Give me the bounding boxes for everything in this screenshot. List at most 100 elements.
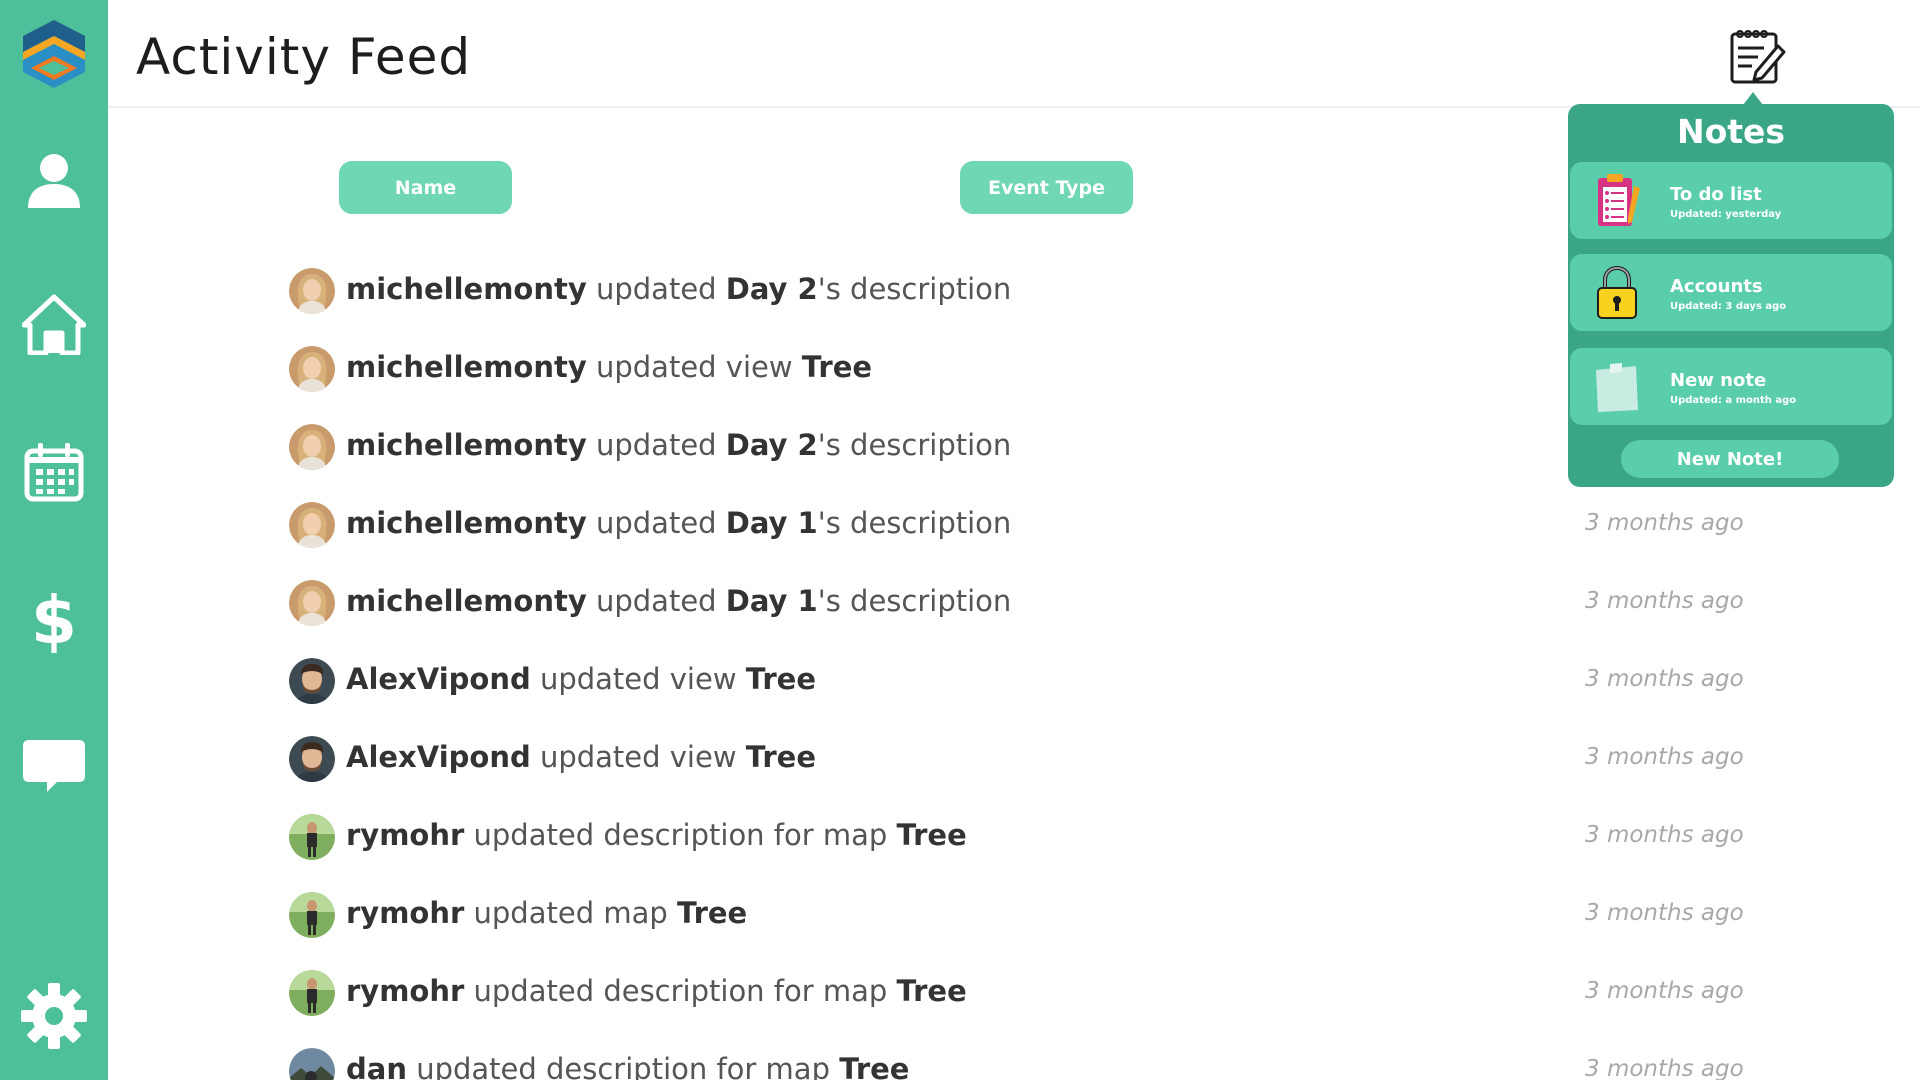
feed-user-link[interactable]: rymohr (346, 818, 464, 852)
feed-item[interactable]: rymohr updated map Tree 3 months ago (289, 890, 1789, 940)
feed-target-link[interactable]: Day 1 (726, 584, 818, 618)
feed-user-link[interactable]: michellemonty (346, 506, 587, 540)
feed-user-link[interactable]: michellemonty (346, 584, 587, 618)
feed-target-link[interactable]: Tree (802, 350, 872, 384)
feed-user-link[interactable]: michellemonty (346, 428, 587, 462)
feed-target-link[interactable]: Tree (677, 896, 747, 930)
feed-action: updated description for map (464, 818, 897, 852)
event-type-filter-button[interactable]: Event Type (960, 161, 1133, 214)
avatar-icon (289, 970, 335, 1016)
user-avatar[interactable] (289, 892, 335, 938)
note-title: New note (1670, 370, 1767, 391)
feed-item[interactable]: AlexVipond updated view Tree 3 months ago (289, 734, 1789, 784)
new-note-button[interactable]: New Note! (1621, 440, 1839, 478)
user-avatar[interactable] (289, 502, 335, 548)
feed-target-link[interactable]: Day 2 (726, 428, 818, 462)
feed-timestamp: 3 months ago (1585, 666, 1744, 692)
sticky-note-icon (1596, 363, 1638, 412)
user-avatar[interactable] (289, 268, 335, 314)
user-avatar[interactable] (289, 346, 335, 392)
notepad-icon (1730, 30, 1786, 84)
feed-user-link[interactable]: michellemonty (346, 350, 587, 384)
feed-item[interactable]: michellemonty updated view Tree (289, 344, 1789, 394)
feed-item-text: michellemonty updated Day 2's descriptio… (346, 272, 1011, 306)
avatar-icon (289, 736, 335, 782)
note-item-to-do-list[interactable]: To do list Updated: yesterday (1570, 162, 1892, 239)
feed-user-link[interactable]: michellemonty (346, 272, 587, 306)
note-updated: Updated: 3 days ago (1670, 301, 1787, 312)
sidebar-item-profile[interactable] (14, 140, 94, 220)
feed-action: updated (586, 584, 726, 618)
sidebar-item-home[interactable] (14, 284, 94, 364)
notes-button[interactable] (1726, 26, 1786, 86)
feed-user-link[interactable]: AlexVipond (346, 740, 531, 774)
sidebar-item-billing[interactable]: $ (14, 578, 94, 658)
feed-item[interactable]: michellemonty updated Day 1's descriptio… (289, 578, 1789, 628)
feed-item[interactable]: michellemonty updated Day 2's descriptio… (289, 422, 1789, 472)
feed-user-link[interactable]: rymohr (346, 896, 464, 930)
user-avatar[interactable] (289, 1048, 335, 1080)
note-updated: Updated: a month ago (1670, 395, 1797, 406)
calendar-icon (24, 443, 84, 502)
feed-user-link[interactable]: dan (346, 1052, 407, 1080)
user-avatar[interactable] (289, 736, 335, 782)
feed-timestamp: 3 months ago (1585, 588, 1744, 614)
feed-action: updated view (530, 740, 746, 774)
logo-icon (23, 19, 85, 88)
sidebar-item-messages[interactable] (14, 726, 94, 806)
note-title: To do list (1670, 184, 1762, 205)
feed-item-text: rymohr updated description for map Tree (346, 974, 967, 1008)
avatar-icon (289, 424, 335, 470)
user-avatar[interactable] (289, 658, 335, 704)
user-avatar[interactable] (289, 814, 335, 860)
user-avatar[interactable] (289, 970, 335, 1016)
feed-target-link[interactable]: Day 2 (726, 272, 818, 306)
sidebar-item-settings[interactable] (14, 976, 94, 1056)
feed-target-link[interactable]: Tree (746, 662, 816, 696)
feed-timestamp: 3 months ago (1585, 510, 1744, 536)
avatar-icon (289, 1048, 335, 1080)
feed-item[interactable]: AlexVipond updated view Tree 3 months ago (289, 656, 1789, 706)
feed-item[interactable]: michellemonty updated Day 1's descriptio… (289, 500, 1789, 550)
feed-timestamp: 3 months ago (1585, 822, 1744, 848)
feed-suffix: 's description (817, 506, 1012, 540)
name-filter-button[interactable]: Name (339, 161, 512, 214)
feed-item-text: AlexVipond updated view Tree (346, 740, 816, 774)
feed-item[interactable]: rymohr updated description for map Tree 3… (289, 968, 1789, 1018)
feed-timestamp: 3 months ago (1585, 978, 1744, 1004)
feed-suffix: 's description (817, 272, 1012, 306)
feed-item-text: michellemonty updated Day 2's descriptio… (346, 428, 1011, 462)
feed-target-link[interactable]: Tree (897, 974, 967, 1008)
feed-action: updated view (530, 662, 746, 696)
feed-item[interactable]: rymohr updated description for map Tree 3… (289, 812, 1789, 862)
lock-icon (1597, 265, 1637, 319)
note-title: Accounts (1670, 276, 1763, 297)
feed-user-link[interactable]: AlexVipond (346, 662, 531, 696)
avatar-icon (289, 580, 335, 626)
user-avatar[interactable] (289, 424, 335, 470)
feed-action: updated map (464, 896, 677, 930)
feed-target-link[interactable]: Day 1 (726, 506, 818, 540)
note-updated: Updated: yesterday (1670, 209, 1782, 220)
feed-item-text: AlexVipond updated view Tree (346, 662, 816, 696)
feed-action: updated (586, 506, 726, 540)
feed-target-link[interactable]: Tree (746, 740, 816, 774)
feed-item-text: michellemonty updated view Tree (346, 350, 872, 384)
feed-item[interactable]: dan updated description for map Tree 3 mo… (289, 1046, 1789, 1080)
feed-timestamp: 3 months ago (1585, 744, 1744, 770)
sidebar-item-calendar[interactable] (14, 432, 94, 512)
note-item-accounts[interactable]: Accounts Updated: 3 days ago (1570, 254, 1892, 331)
feed-target-link[interactable]: Tree (839, 1052, 909, 1080)
svg-text:$: $ (31, 583, 77, 653)
feed-action: updated (586, 428, 726, 462)
feed-target-link[interactable]: Tree (897, 818, 967, 852)
user-avatar[interactable] (289, 580, 335, 626)
feed-item[interactable]: michellemonty updated Day 2's descriptio… (289, 266, 1789, 316)
feed-user-link[interactable]: rymohr (346, 974, 464, 1008)
app-logo[interactable] (0, 0, 108, 107)
feed-suffix: 's description (817, 584, 1012, 618)
notes-popover: Notes To do list Updated: yesterday Acco… (1568, 104, 1894, 487)
clipboard-icon (1598, 174, 1640, 226)
home-icon (22, 294, 86, 355)
note-item-new-note[interactable]: New note Updated: a month ago (1570, 348, 1892, 425)
